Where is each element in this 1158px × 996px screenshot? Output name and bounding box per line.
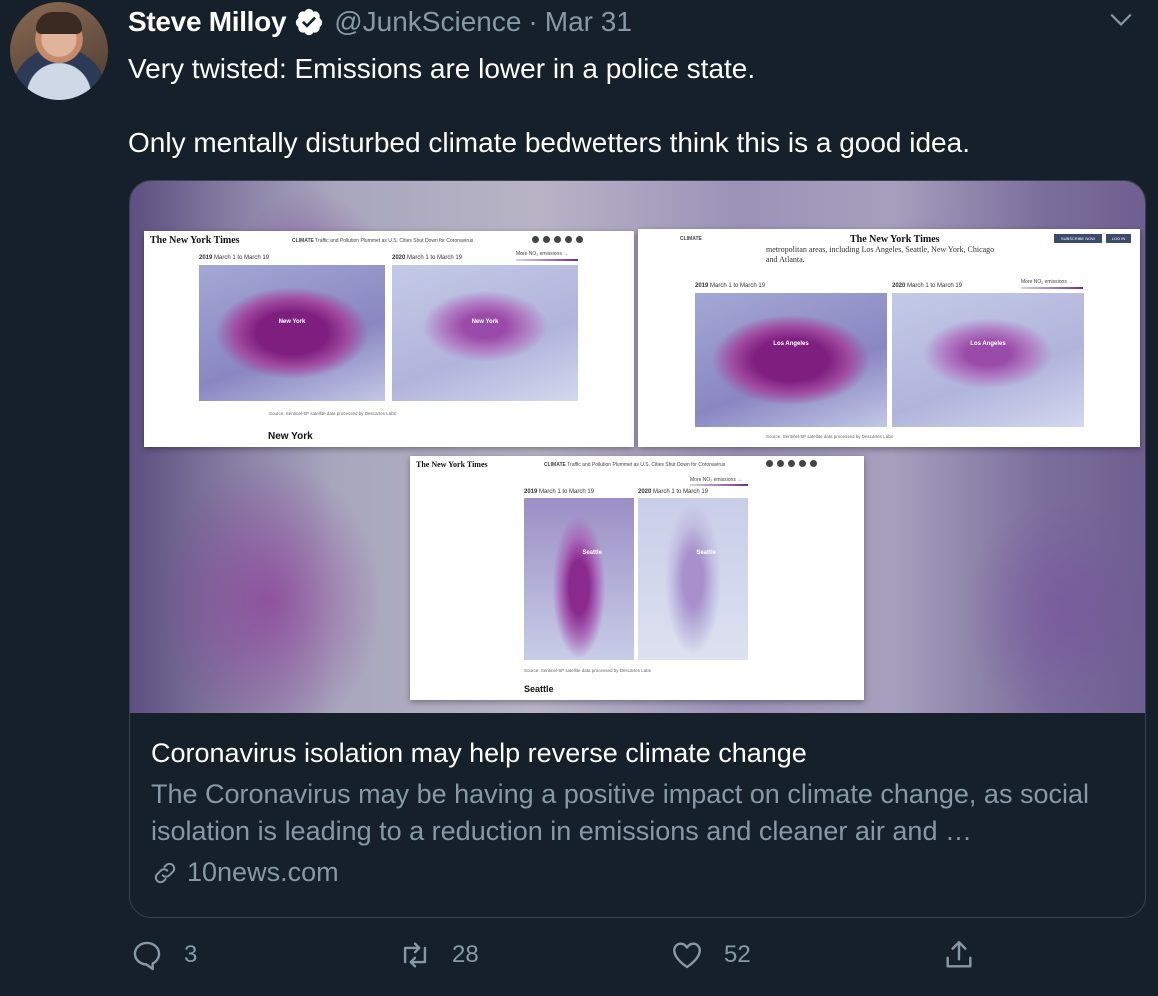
nyt-headline-nav: Traffic and Pollution Plummet as U.S. Ci… [567, 462, 726, 468]
map-source: Source: Sentinel-5P satellite data proce… [524, 668, 651, 673]
nyt-masthead: The New York Times [850, 234, 940, 245]
map-source: Source: Sentinel-5P satellite data proce… [269, 411, 396, 416]
nyt-screenshot-seattle: The New York Times CLIMATE Traffic and P… [410, 456, 864, 700]
card-domain-text: 10news.com [187, 857, 339, 887]
legend-label: More NO₂ emissions → [516, 251, 569, 257]
nyt-headline-nav: Traffic and Pollution Plummet as U.S. Ci… [315, 238, 474, 244]
card-text-area[interactable]: Coronavirus isolation may help reverse c… [130, 714, 1145, 917]
subscribe-button: SUBSCRIBE NOW [1054, 234, 1102, 243]
map-2020: Los Angeles [892, 293, 1084, 427]
map-2020: New York [392, 265, 578, 401]
retweet-count: 28 [452, 941, 479, 968]
map-city-label: Los Angeles [970, 340, 1006, 347]
nyt-masthead: The New York Times [416, 460, 488, 469]
tweet-text: Very twisted: Emissions are lower in a p… [128, 50, 1128, 161]
article-body: metropolitan areas, including Los Angele… [766, 245, 995, 264]
map-city-label: Los Angeles [773, 340, 809, 347]
author-avatar[interactable] [10, 2, 108, 100]
section-title: New York [268, 431, 313, 442]
like-count: 52 [724, 941, 751, 968]
nyt-section: CLIMATE [544, 462, 566, 468]
legend-label: More NO₂ emissions → [690, 477, 743, 483]
card-title[interactable]: Coronavirus isolation may help reverse c… [151, 736, 807, 770]
nyt-masthead: The New York Times [150, 235, 240, 246]
map-city-label: Seattle [582, 550, 603, 557]
map-2019: Los Angeles [695, 293, 887, 427]
nyt-section: CLIMATE [680, 236, 702, 242]
year-label: 2019 March 1 to March 19 [524, 489, 595, 495]
legend-bar [516, 259, 578, 261]
card-description: The Coronavirus may be having a positive… [151, 779, 1089, 846]
retweet-icon [403, 942, 427, 968]
tweet-date[interactable]: Mar 31 [545, 6, 632, 38]
map-2019: New York [199, 265, 385, 401]
nyt-nav: CLIMATE Traffic and Pollution Plummet as… [292, 238, 473, 244]
link-icon [154, 862, 176, 883]
legend-bar [690, 484, 748, 486]
year-label: 2019 March 1 to March 19 [199, 255, 270, 261]
map-2020: Seattle [638, 498, 748, 660]
share-button[interactable] [942, 938, 976, 972]
reply-count: 3 [184, 941, 198, 968]
tweet-actions: 3 28 52 [0, 930, 1158, 986]
retweet-button[interactable]: 28 [398, 938, 479, 972]
tweet-header: Steve Milloy @JunkScience · Mar 31 [128, 4, 632, 40]
map-city-label: New York [471, 319, 499, 326]
legend-label: More NO₂ emissions → [1021, 279, 1074, 285]
chevron-down-icon[interactable] [1108, 6, 1134, 32]
nyt-screenshot-los-angeles: CLIMATE The New York Times SUBSCRIBE NOW… [638, 229, 1140, 447]
map-source: Source: Sentinel-5P satellite data proce… [766, 434, 893, 439]
map-2019: Seattle [524, 498, 634, 660]
year-label: 2020 March 1 to March 19 [892, 283, 963, 289]
nyt-nav: CLIMATE Traffic and Pollution Plummet as… [544, 462, 725, 468]
reply-icon [133, 941, 161, 971]
card-image[interactable]: The New York Times CLIMATE Traffic and P… [130, 181, 1145, 713]
card-domain: 10news.com [151, 857, 339, 888]
tweet-text-line: Only mentally disturbed climate bedwette… [128, 127, 970, 158]
author-handle[interactable]: @JunkScience [334, 6, 521, 38]
separator-dot: · [528, 6, 538, 37]
link-card[interactable]: The New York Times CLIMATE Traffic and P… [129, 180, 1146, 918]
year-label: 2019 March 1 to March 19 [695, 283, 766, 289]
year-label: 2020 March 1 to March 19 [392, 255, 463, 261]
author-name[interactable]: Steve Milloy [128, 6, 287, 38]
section-title: Seattle [524, 684, 554, 694]
reply-button[interactable]: 3 [130, 938, 197, 972]
verified-badge-icon [296, 8, 323, 36]
like-button[interactable]: 52 [670, 938, 751, 972]
share-icons [766, 460, 817, 467]
map-city-label: Seattle [696, 550, 717, 557]
login-button: LOG IN [1106, 234, 1131, 243]
nyt-section: CLIMATE [292, 238, 314, 244]
tweet-text-line: Very twisted: Emissions are lower in a p… [128, 53, 756, 84]
share-icons [532, 236, 583, 243]
nyt-screenshot-new-york: The New York Times CLIMATE Traffic and P… [144, 231, 634, 447]
heart-icon [673, 942, 701, 969]
map-city-label: New York [278, 319, 306, 326]
year-label: 2020 March 1 to March 19 [638, 489, 709, 495]
share-icon [946, 941, 972, 968]
legend-bar [1021, 287, 1083, 289]
